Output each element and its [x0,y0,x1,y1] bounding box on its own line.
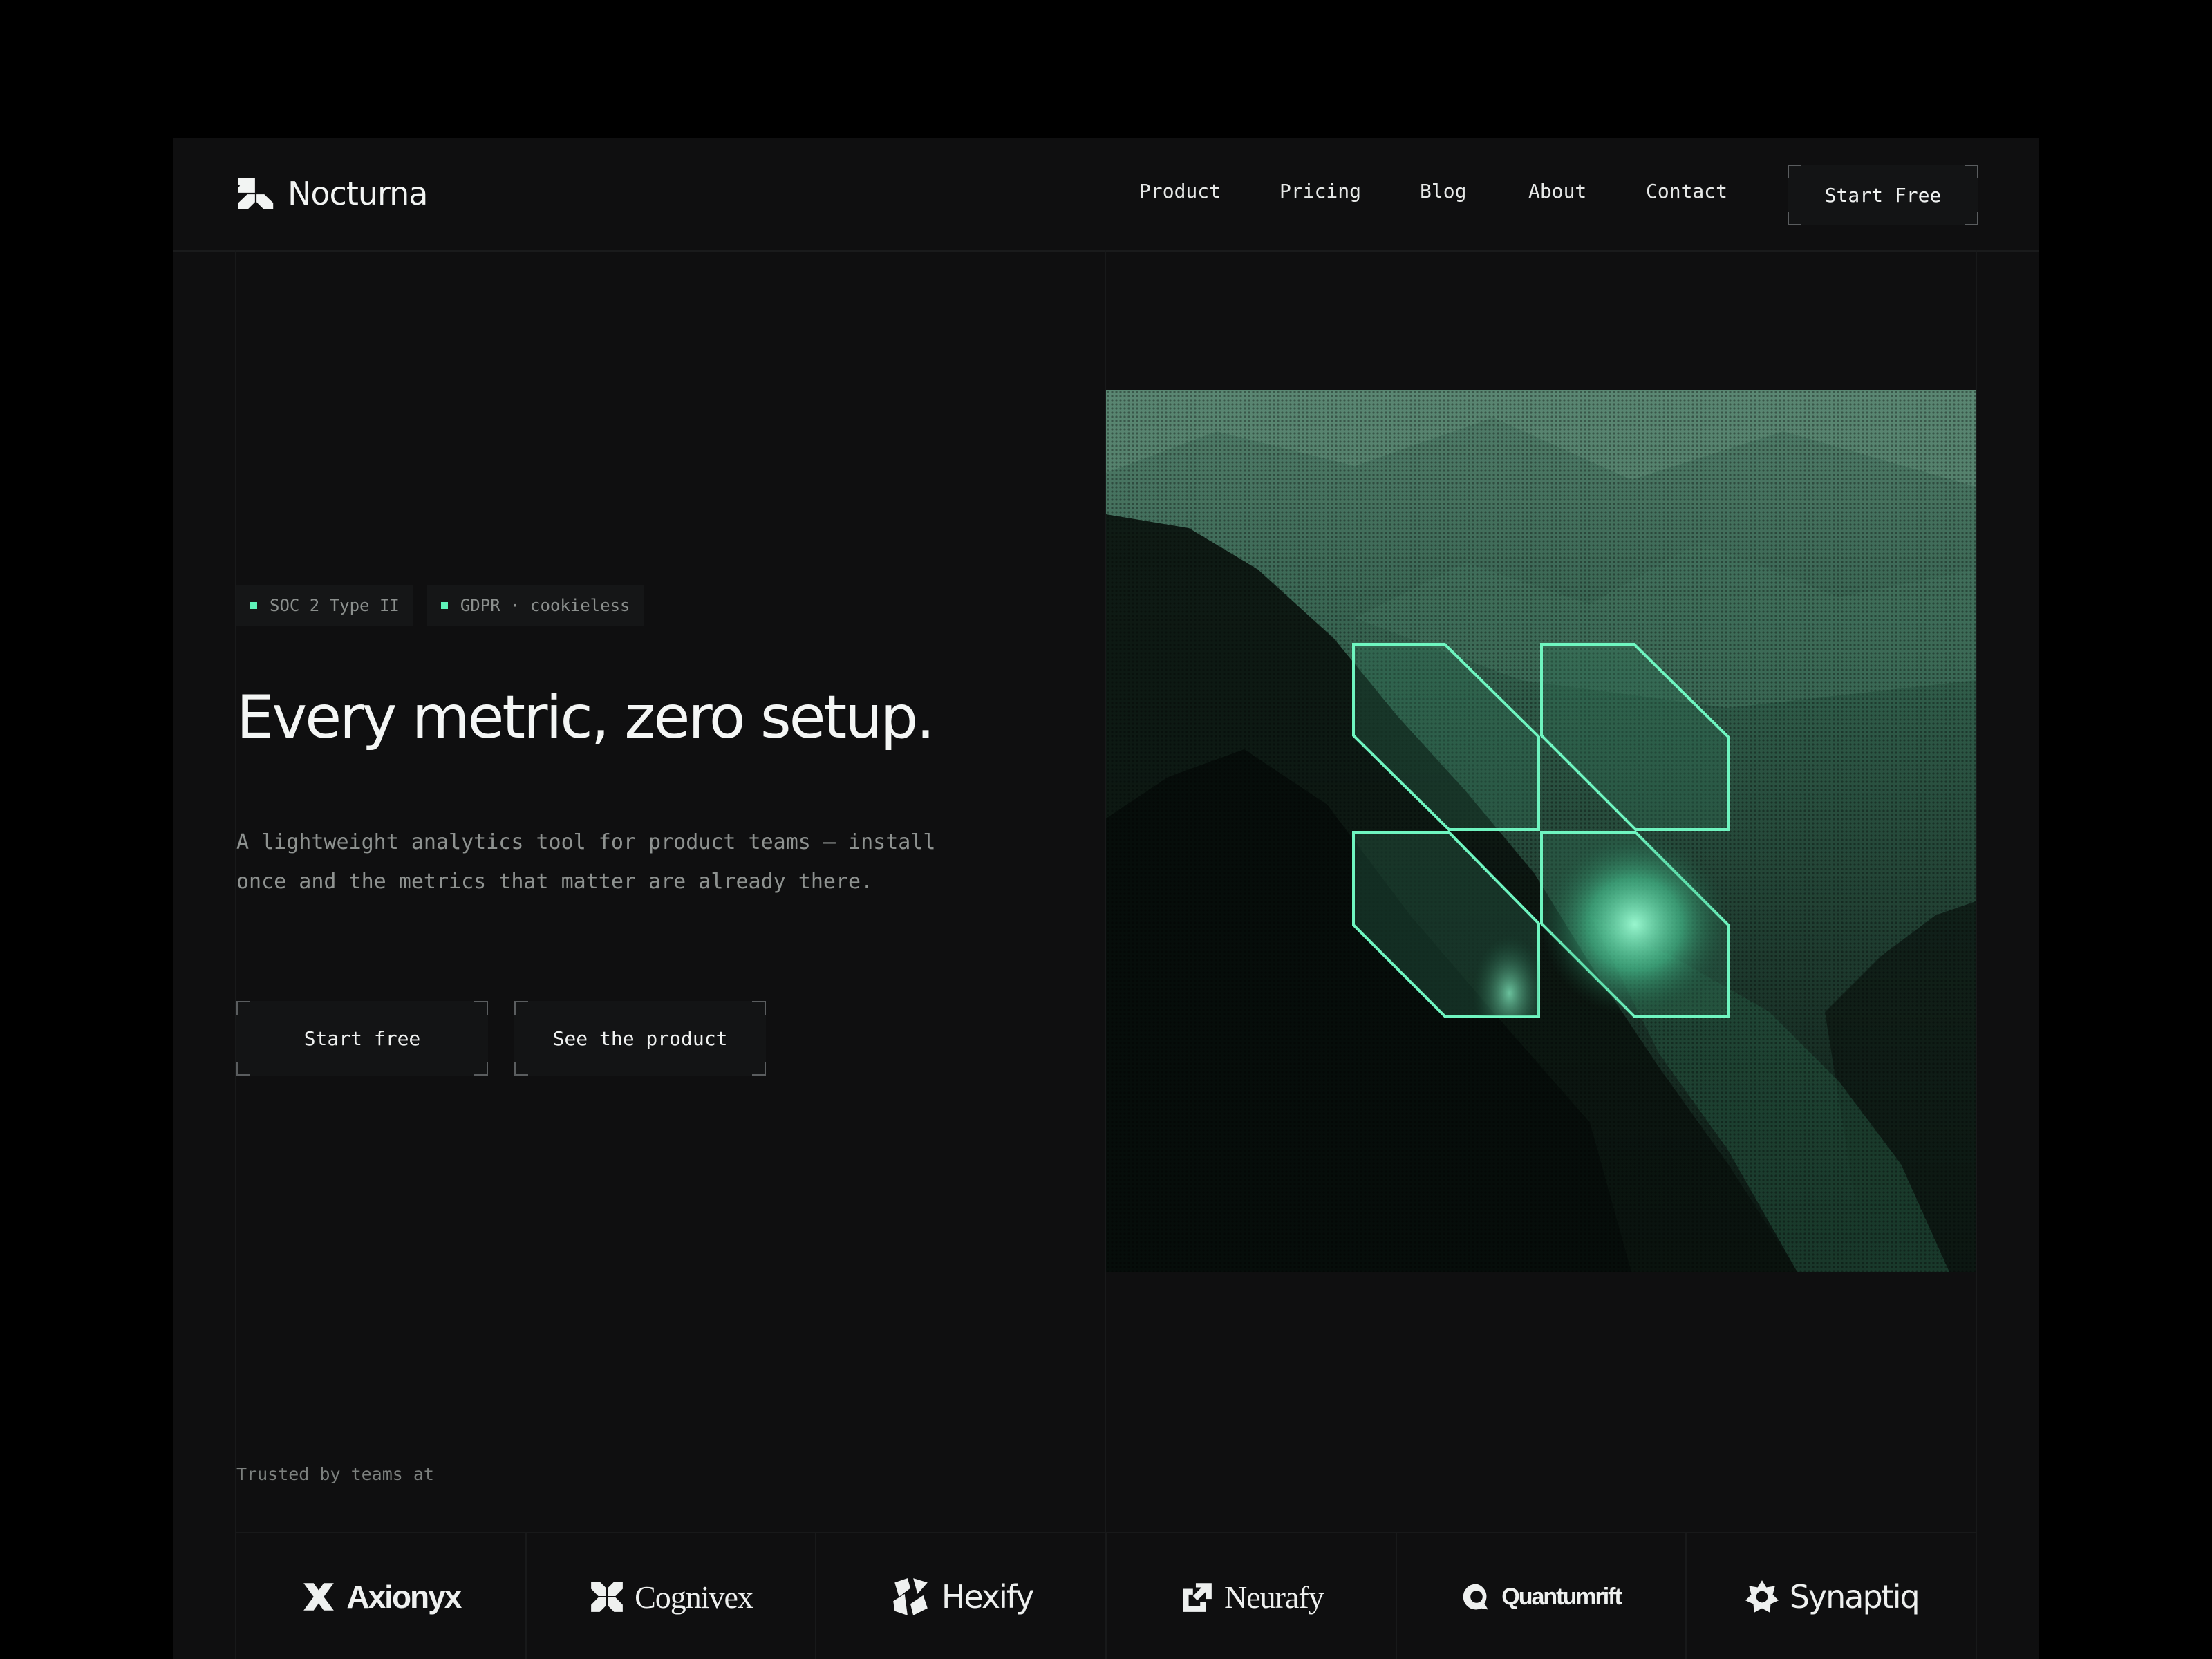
mountain-landscape-image [1106,390,1976,1272]
badge-label: SOC 2 Type II [270,596,400,615]
brand-logo[interactable]: Nocturna [236,174,428,213]
logo-name: Quantumrift [1501,1583,1622,1610]
clover-icon [591,1582,623,1612]
nav-contact[interactable]: Contact [1646,180,1727,203]
hex-slash-icon [893,1578,928,1615]
grid-line [235,250,236,1659]
logo-cognivex: Cognivex [527,1533,817,1659]
logo-hexify: Hexify [816,1533,1107,1659]
logo-name: Hexify [941,1578,1035,1615]
nav-about[interactable]: About [1528,180,1586,203]
header-cta-label: Start Free [1824,183,1942,207]
nav-product[interactable]: Product [1139,180,1221,203]
x-shape-icon [303,1583,335,1611]
hero-subtext: A lightweight analytics tool for product… [236,830,936,894]
nav-pricing[interactable]: Pricing [1280,180,1361,203]
square-arrow-icon [1183,1583,1212,1612]
see-product-label: See the product [552,1027,728,1050]
trusted-label: Trusted by teams at [236,1464,434,1484]
logo-synaptiq: Synaptiq [1687,1533,1976,1659]
logo-name: Axionyx [346,1579,462,1615]
hero-headline: Every metric, zero setup. [236,683,935,752]
status-dot [250,602,257,609]
logo-name: Synaptiq [1789,1578,1920,1615]
clover-icon [238,178,274,209]
nav-blog[interactable]: Blog [1420,180,1466,203]
logo-name: Neurafy [1224,1579,1324,1615]
badge-soc2: SOC 2 Type II [236,585,413,626]
gear-star-icon [1745,1580,1779,1613]
page-frame: Nocturna Product Pricing Blog About Cont… [173,138,2039,1659]
start-free-label: Start free [303,1027,421,1050]
logo-quantumrift: Quantumrift [1397,1533,1687,1659]
status-dot [440,602,448,609]
badge-label: GDPR · cookieless [460,596,630,615]
logo-neurafy: Neurafy [1107,1533,1397,1659]
logo-axionyx: Axionyx [236,1533,527,1659]
customer-logos: Axionyx Cognivex Hexify Neurafy Quantumr… [236,1532,1976,1659]
brand-name: Nocturna [288,175,428,212]
compliance-badges: SOC 2 Type II GDPR · cookieless [236,585,644,626]
start-free-button[interactable]: Start free [236,1001,488,1076]
q-shape-icon [1463,1584,1488,1610]
badge-gdpr: GDPR · cookieless [427,585,644,626]
see-product-button[interactable]: See the product [514,1001,766,1076]
hero-image [1106,390,1976,1272]
top-navigation: Nocturna Product Pricing Blog About Cont… [173,138,2039,252]
header-start-free-button[interactable]: Start Free [1788,165,1978,225]
logo-name: Cognivex [635,1579,753,1615]
grid-line [1976,250,1977,1659]
